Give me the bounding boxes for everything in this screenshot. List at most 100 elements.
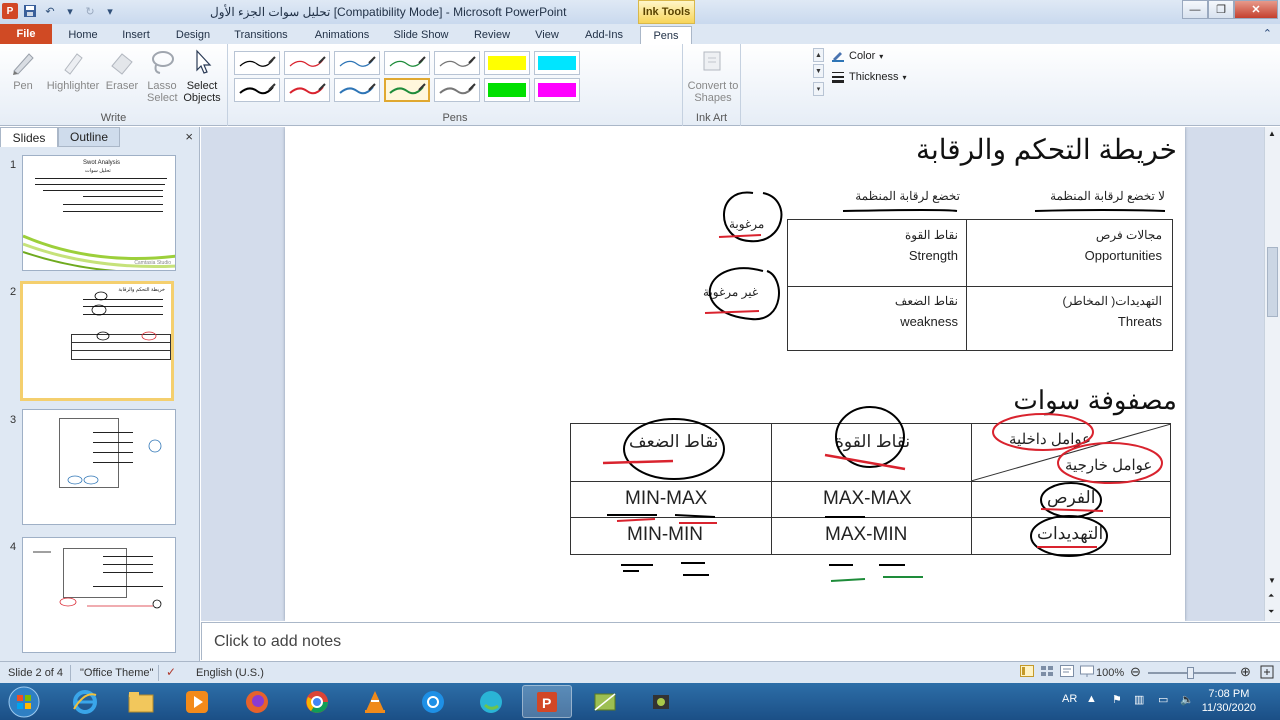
tab-outline[interactable]: Outline	[58, 127, 120, 147]
pen-tool-button[interactable]: Pen	[3, 48, 43, 92]
spell-check-icon[interactable]: ✓	[166, 665, 176, 679]
network-icon[interactable]: ▥	[1134, 693, 1144, 706]
edge-icon[interactable]	[466, 685, 516, 718]
pen-icon	[8, 48, 38, 76]
slide-thumbnail-4[interactable]	[22, 537, 176, 653]
action-center-icon[interactable]: ⚑	[1112, 693, 1122, 706]
pen-swatch[interactable]	[384, 78, 430, 102]
language-indicator[interactable]: English (U.S.)	[196, 667, 264, 679]
tab-design[interactable]: Design	[168, 26, 218, 44]
notes-placeholder[interactable]: Click to add notes	[214, 633, 341, 651]
highlighter-tool-button[interactable]: Highlighter	[46, 48, 100, 92]
scroll-down-icon[interactable]: ▼	[1268, 576, 1276, 585]
notes-pane[interactable]: Click to add notes	[201, 622, 1280, 660]
tab-insert[interactable]: Insert	[114, 26, 158, 44]
pen-label: Pen	[13, 80, 33, 92]
slide-2[interactable]: خريطة التحكم والرقابة لا تخضع لرقابة الم…	[285, 127, 1185, 621]
file-explorer-icon[interactable]	[116, 685, 166, 718]
taskbar-clock[interactable]: 7:08 PM 11/30/2020	[1202, 687, 1256, 715]
next-slide-icon[interactable]: ⏷	[1268, 607, 1274, 617]
chrome-icon[interactable]	[292, 685, 342, 718]
pen-swatch[interactable]	[284, 51, 330, 75]
slide-vertical-scrollbar[interactable]: ▲ ▼ ⏶ ⏷	[1264, 127, 1280, 621]
firefox-icon[interactable]	[232, 685, 282, 718]
color-dropdown[interactable]: Color ▾	[831, 50, 883, 62]
gallery-up-icon[interactable]: ▲	[813, 48, 824, 62]
battery-icon[interactable]: ▭	[1158, 693, 1168, 706]
pen-swatch[interactable]	[484, 78, 530, 102]
restore-button[interactable]: ❐	[1208, 0, 1234, 19]
convert-to-shapes-button[interactable]: Convert to Shapes	[688, 48, 738, 104]
pen-swatch[interactable]	[334, 51, 380, 75]
slide-thumbnail-1[interactable]: Swot Analysis تحليل سوات Camtasia Studio	[22, 155, 176, 271]
pen-swatch[interactable]	[434, 51, 480, 75]
pen-swatch[interactable]	[534, 51, 580, 75]
pen-swatch[interactable]	[234, 51, 280, 75]
pen-swatch[interactable]	[484, 51, 530, 75]
tab-pens[interactable]: Pens	[640, 26, 692, 44]
powerpoint-taskbar-icon[interactable]: P	[522, 685, 572, 718]
zoom-out-icon[interactable]: ⊖	[1130, 664, 1141, 680]
convert-shapes-icon	[698, 48, 728, 76]
gallery-more-icon[interactable]: ▾	[813, 82, 824, 96]
camtasia-icon[interactable]	[580, 685, 630, 718]
undo-icon[interactable]: ↶	[42, 3, 58, 19]
eraser-tool-button[interactable]: Eraser	[102, 48, 142, 92]
pen-swatch[interactable]	[334, 78, 380, 102]
tab-view[interactable]: View	[528, 26, 566, 44]
gallery-down-icon[interactable]: ▼	[813, 64, 824, 78]
close-button[interactable]: ✕	[1234, 0, 1278, 19]
redo-icon[interactable]: ↻	[82, 3, 98, 19]
sync-app-icon[interactable]	[408, 685, 458, 718]
tab-slides[interactable]: Slides	[0, 127, 58, 147]
zoom-slider-thumb[interactable]	[1187, 667, 1194, 679]
thickness-dropdown[interactable]: Thickness ▾	[831, 71, 907, 83]
tab-home[interactable]: Home	[62, 26, 104, 44]
save-icon[interactable]	[22, 3, 38, 19]
customize-qat-icon[interactable]: ▾	[102, 3, 118, 19]
internet-explorer-icon[interactable]	[60, 685, 110, 718]
fit-slide-icon[interactable]	[1260, 665, 1274, 682]
scrollbar-thumb[interactable]	[1267, 247, 1278, 317]
previous-slide-icon[interactable]: ⏶	[1268, 591, 1274, 601]
pointer-icon	[187, 48, 217, 76]
slideshow-view-icon[interactable]	[1080, 665, 1094, 680]
tab-animations[interactable]: Animations	[306, 26, 378, 44]
slides-pane: Slides Outline × 1 Swot Analysis تحليل س…	[0, 127, 200, 661]
pen-swatch[interactable]	[284, 78, 330, 102]
pen-swatch[interactable]	[384, 51, 430, 75]
slide-thumbnail-3[interactable]	[22, 409, 176, 525]
slide-thumbnail-2[interactable]: خريطة التحكم والرقابة	[20, 281, 174, 401]
vlc-icon[interactable]	[350, 685, 400, 718]
scroll-up-icon[interactable]: ▲	[1268, 129, 1276, 138]
tray-chevron-icon[interactable]: ▲	[1086, 693, 1097, 705]
select-objects-button[interactable]: Select Objects	[182, 48, 222, 104]
minimize-ribbon-icon[interactable]: ⌃	[1263, 27, 1272, 40]
close-pane-icon[interactable]: ×	[185, 129, 193, 144]
pen-swatch[interactable]	[534, 78, 580, 102]
pen-swatch[interactable]	[234, 78, 280, 102]
zoom-level[interactable]: 100%	[1096, 667, 1124, 679]
svg-text:P: P	[542, 695, 551, 711]
pen-swatch[interactable]	[434, 78, 480, 102]
tab-slide-show[interactable]: Slide Show	[388, 26, 454, 44]
recorder-icon[interactable]	[636, 685, 686, 718]
powerpoint-app-icon[interactable]: P	[2, 3, 18, 19]
normal-view-icon[interactable]	[1020, 665, 1034, 680]
tab-review[interactable]: Review	[466, 26, 518, 44]
tab-file[interactable]: File	[0, 24, 52, 44]
tab-add-ins[interactable]: Add-Ins	[576, 26, 632, 44]
input-language[interactable]: AR	[1062, 693, 1077, 705]
reading-view-icon[interactable]	[1060, 665, 1074, 680]
theme-name[interactable]: "Office Theme"	[80, 667, 153, 679]
slide-sorter-icon[interactable]	[1040, 665, 1054, 680]
media-player-icon[interactable]	[172, 685, 222, 718]
undo-dropdown-icon[interactable]: ▾	[62, 3, 78, 19]
start-button[interactable]	[2, 685, 46, 718]
zoom-in-icon[interactable]: ⊕	[1240, 664, 1251, 680]
lasso-select-button[interactable]: Lasso Select	[142, 48, 182, 104]
tab-transitions[interactable]: Transitions	[228, 26, 294, 44]
write-group: Pen Highlighter Eraser Lasso Select Sele…	[0, 44, 228, 126]
volume-icon[interactable]: 🔈	[1180, 693, 1194, 706]
minimize-button[interactable]: —	[1182, 0, 1208, 19]
